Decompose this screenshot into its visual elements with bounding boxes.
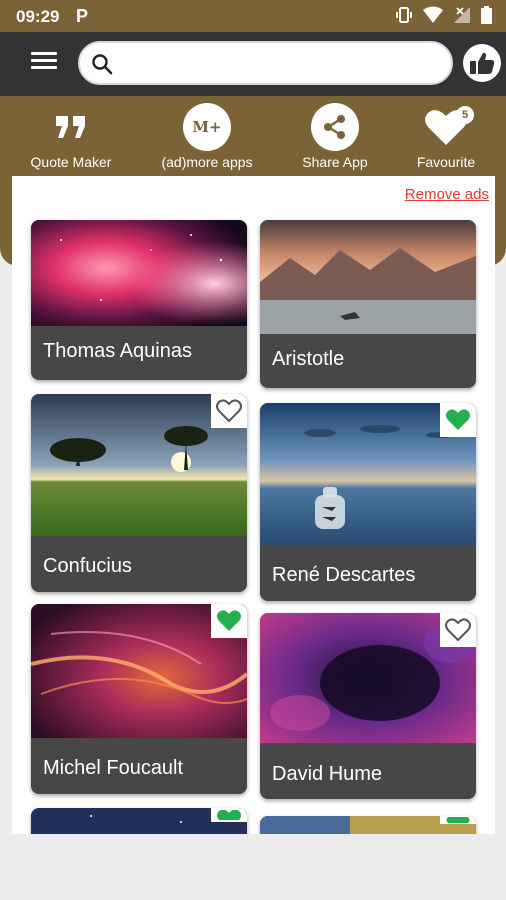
philosopher-grid[interactable]: Remove ads Thomas Aquinas Aristotle Conf…	[12, 176, 495, 834]
search-input[interactable]	[120, 51, 440, 77]
hamburger-menu-icon[interactable]	[31, 52, 57, 76]
more-apps-button[interactable]: M+ (ad)more apps	[147, 102, 267, 170]
favourite-toggle[interactable]	[440, 816, 476, 824]
thumbs-up-button[interactable]	[463, 44, 501, 82]
favourite-toggle[interactable]	[211, 808, 247, 822]
quote-icon	[56, 116, 85, 138]
card-michel-foucault[interactable]: Michel Foucault	[31, 604, 247, 794]
favourite-count-badge: 5	[456, 106, 474, 124]
signal-icon	[454, 7, 470, 23]
status-time: 09:29	[16, 7, 60, 26]
card-aristotle[interactable]: Aristotle	[260, 220, 476, 388]
heart-filled-icon	[446, 409, 470, 430]
search-bar[interactable]	[78, 41, 453, 85]
card-title: Michel Foucault	[43, 757, 184, 779]
remove-ads-link[interactable]: Remove ads	[405, 186, 489, 203]
more-apps-label: (ad)more apps	[161, 154, 253, 170]
status-icons	[395, 6, 492, 24]
card-rene-descartes[interactable]: René Descartes	[260, 403, 476, 601]
favourite-toggle[interactable]	[440, 613, 476, 647]
card-title: René Descartes	[272, 564, 416, 586]
favourite-toggle[interactable]	[440, 403, 476, 437]
wifi-icon	[423, 6, 443, 23]
bottom-area	[0, 838, 506, 900]
heart-filled-icon	[217, 610, 241, 631]
quote-maker-button[interactable]: Quote Maker	[11, 102, 131, 170]
quote-maker-label: Quote Maker	[30, 154, 112, 170]
card-title: Aristotle	[272, 348, 345, 370]
vibrate-icon	[396, 7, 412, 23]
share-app-label: Share App	[302, 154, 368, 170]
heart-outline-icon	[216, 399, 242, 423]
favourite-toggle[interactable]	[211, 604, 247, 638]
search-icon	[92, 54, 113, 75]
favourite-label: Favourite	[416, 154, 476, 170]
card-title: Confucius	[43, 555, 132, 577]
favourite-button[interactable]: 5 Favourite	[386, 102, 506, 170]
card-title: David Hume	[272, 763, 383, 785]
card-image-mountain-lake	[260, 220, 476, 334]
share-icon	[311, 103, 359, 151]
thumbs-up-icon	[470, 52, 495, 74]
card-partial-right[interactable]	[260, 816, 476, 834]
share-app-button[interactable]: Share App	[275, 102, 395, 170]
card-thomas-aquinas[interactable]: Thomas Aquinas	[31, 220, 247, 380]
card-partial-left[interactable]	[31, 808, 247, 834]
parking-notification-icon: P	[76, 6, 89, 26]
status-bar: 09:29 P	[0, 0, 506, 32]
card-confucius[interactable]: Confucius	[31, 394, 247, 592]
favourite-toggle[interactable]	[211, 394, 247, 428]
top-bar	[0, 32, 506, 96]
heart-filled-icon	[446, 817, 470, 823]
card-title: Thomas Aquinas	[43, 340, 192, 362]
m-plus-icon: M+	[183, 103, 231, 151]
battery-icon	[481, 6, 492, 24]
heart-filled-icon	[217, 810, 241, 820]
heart-outline-icon	[445, 618, 471, 642]
card-david-hume[interactable]: David Hume	[260, 613, 476, 799]
card-image-nebula	[31, 220, 247, 326]
